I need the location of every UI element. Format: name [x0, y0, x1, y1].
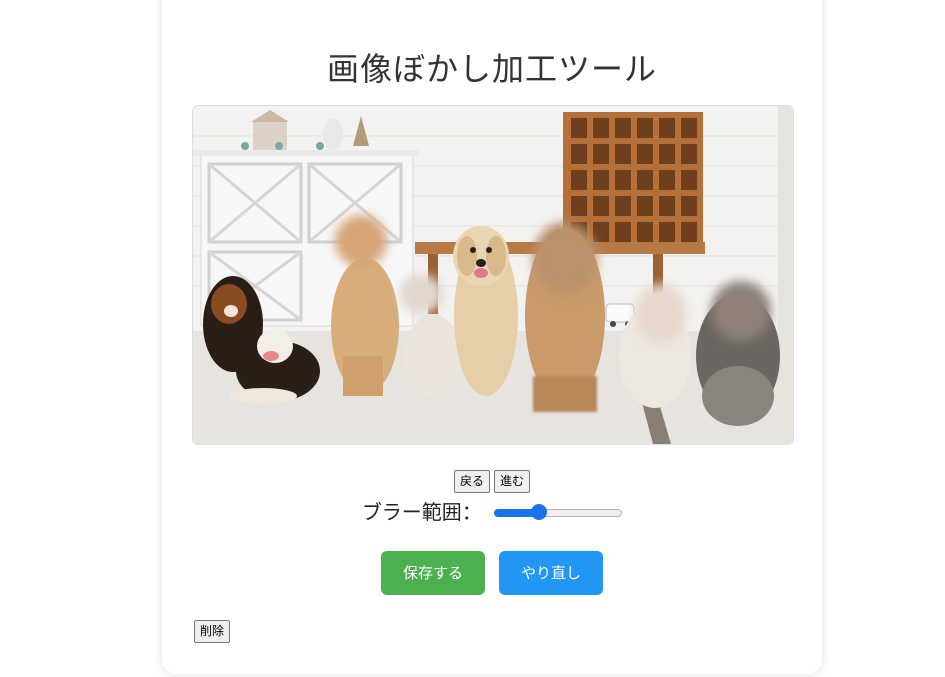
action-buttons: 保存する やり直し [162, 551, 822, 595]
blur-control: ブラー範囲： [162, 496, 822, 525]
history-controls: 戻る 進む [162, 470, 822, 493]
redo-button[interactable]: やり直し [499, 551, 603, 595]
image-canvas[interactable] [192, 105, 794, 445]
back-button[interactable]: 戻る [453, 470, 490, 493]
page-title: 画像ぼかし加工ツール [326, 50, 657, 88]
delete-button[interactable]: 削除 [194, 620, 231, 643]
slider-thumb[interactable] [530, 503, 547, 520]
forward-button[interactable]: 進む [494, 470, 531, 493]
blur-slider[interactable] [494, 503, 623, 520]
editor-card: 画像ぼかし加工ツール 戻る 進む ブラー範囲： 保存する やり直し 削除 [162, 0, 822, 674]
save-button[interactable]: 保存する [381, 551, 485, 595]
dogs-photo [193, 106, 793, 444]
blur-label: ブラー範囲： [361, 500, 482, 524]
